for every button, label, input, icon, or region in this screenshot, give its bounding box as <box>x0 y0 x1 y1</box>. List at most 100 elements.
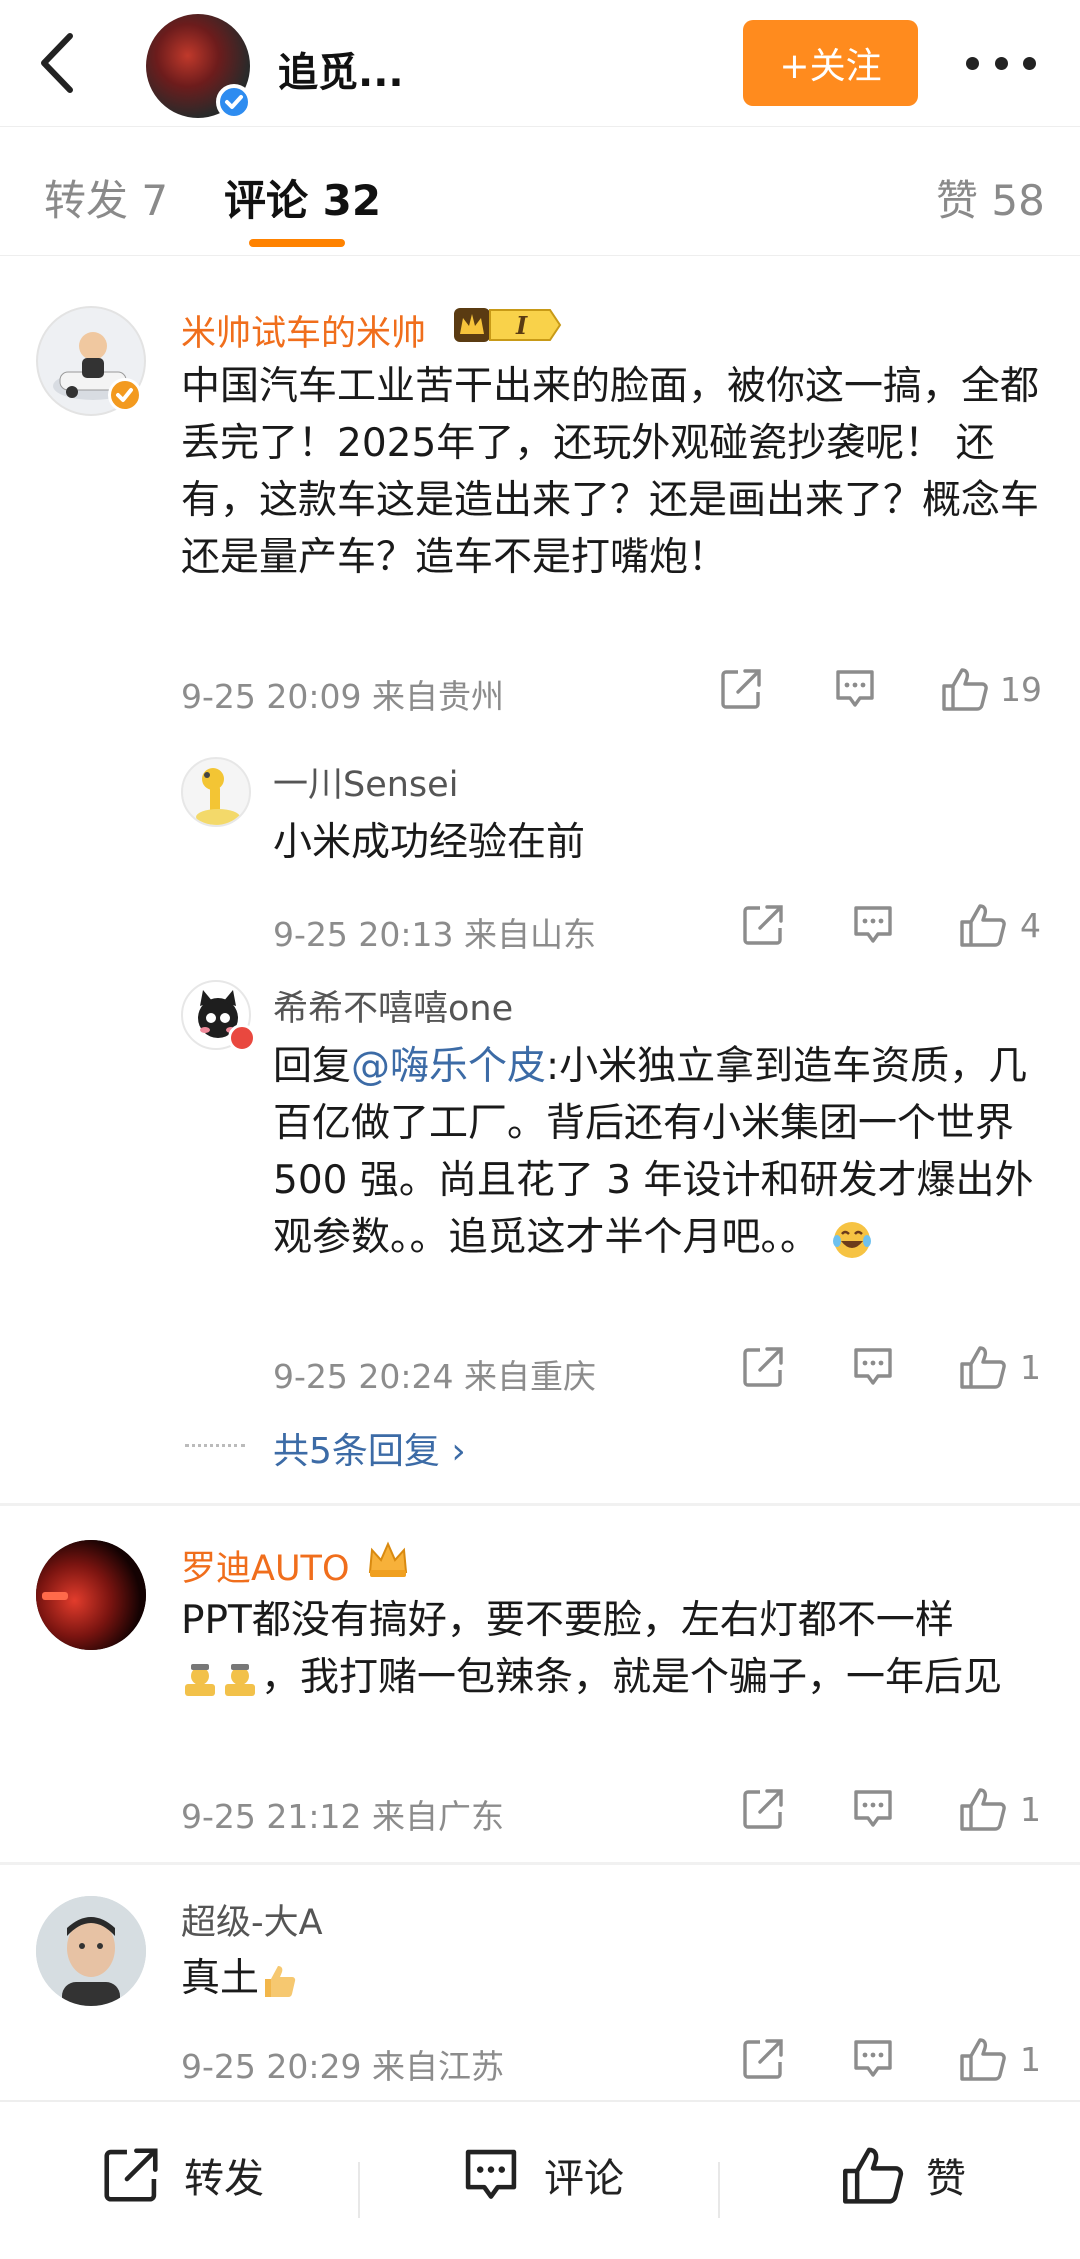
reply-button[interactable] <box>850 1786 896 1832</box>
chevron-left-icon <box>41 33 73 93</box>
reply-button[interactable] <box>850 902 896 948</box>
like-count: 1 <box>1020 1789 1041 1829</box>
like-button[interactable]: 1 <box>958 1344 1041 1390</box>
like-label: 赞 <box>926 2156 966 2202</box>
reply-prefix: 回复 <box>273 1044 352 1089</box>
reply-actions: 4 <box>0 902 1080 952</box>
share-icon <box>104 2148 158 2202</box>
thumbs-up-icon <box>942 668 988 711</box>
active-tab-indicator <box>249 239 345 247</box>
avatar[interactable] <box>36 1540 146 1650</box>
mention-link[interactable]: @嗨乐个皮 <box>351 1044 546 1089</box>
dotted-connector <box>185 1444 245 1447</box>
like-button[interactable]: 1 <box>958 2036 1041 2082</box>
verified-badge-icon <box>216 84 252 120</box>
share-button[interactable] <box>740 2036 786 2082</box>
like-post-button[interactable]: 赞 <box>840 2144 966 2206</box>
like-button[interactable]: 1 <box>958 1786 1041 1832</box>
share-button[interactable] <box>718 666 764 712</box>
like-count: 19 <box>1000 669 1042 709</box>
bottom-action-bar: 转发 评论 赞 <box>0 2100 1080 2259</box>
bar-separator <box>358 2162 360 2218</box>
tab-likes[interactable]: 赞 58 <box>936 167 1045 228</box>
comment-text: 真土 <box>181 1950 1041 2007</box>
comment-divider <box>0 1503 1080 1506</box>
tab-repost[interactable]: 转发 7 <box>44 167 168 228</box>
repost-label: 转发 <box>184 2156 264 2202</box>
comment-icon <box>836 670 874 707</box>
comment-username[interactable]: 米帅试车的米帅 <box>181 305 426 356</box>
thumbs-up-icon <box>960 1346 1006 1389</box>
reply-button[interactable] <box>832 666 878 712</box>
like-count: 4 <box>1020 905 1041 945</box>
member-badge-icon <box>228 1024 256 1052</box>
more-dots-icon <box>966 56 979 70</box>
comment-icon <box>465 2149 517 2199</box>
share-button[interactable] <box>740 902 786 948</box>
account-avatar[interactable] <box>146 14 252 120</box>
share-icon <box>743 1789 783 1829</box>
bar-separator <box>718 2162 720 2218</box>
reply-button[interactable] <box>850 1344 896 1390</box>
reply-username[interactable]: 希希不嘻嘻one <box>273 980 513 1031</box>
view-more-replies-link[interactable]: 共5条回复 › <box>273 1422 466 1474</box>
tab-bar: 转发 7 评论 32 赞 58 <box>0 126 1080 256</box>
thumbs-up-icon <box>960 2038 1006 2081</box>
user-avatar-image <box>196 768 240 825</box>
comment-text-part: PPT都没有搞好，要不要脸，左右灯都不一样 <box>181 1598 954 1643</box>
comment-text-part: 真土 <box>181 1956 260 2001</box>
comment-actions: 1 <box>0 1786 1080 1836</box>
crown-badge-icon <box>368 1541 408 1577</box>
like-button[interactable]: 4 <box>958 902 1041 948</box>
repost-button[interactable]: 转发 <box>98 2144 264 2206</box>
comment-actions: 19 <box>0 666 1080 716</box>
laugh-cry-emoji-icon <box>833 1221 872 1258</box>
member-level-badge: I <box>452 302 562 348</box>
comment-text-part: ，我打赌一包辣条，就是个骗子，一年后见 <box>261 1655 1003 1700</box>
thumbs-up-icon <box>843 2147 904 2204</box>
user-avatar-image <box>36 1896 146 2006</box>
share-icon <box>743 2039 783 2079</box>
more-options-button[interactable] <box>966 40 1036 86</box>
back-button[interactable] <box>36 30 86 96</box>
reply-actions: 1 <box>0 1344 1080 1394</box>
comment-icon <box>854 906 892 943</box>
thumbs-up-emoji-icon <box>265 1965 296 1997</box>
emoji-icon <box>185 1663 255 1696</box>
avatar[interactable] <box>36 1896 146 2006</box>
like-button[interactable]: 19 <box>940 666 1042 712</box>
user-avatar-image <box>36 1540 146 1650</box>
header-bar: 追觅... +关注 <box>0 0 1080 126</box>
comment-text: PPT都没有搞好，要不要脸，左右灯都不一样 ，我打赌一包辣条，就是个骗子，一年后… <box>181 1592 1041 1706</box>
comment-icon <box>854 1348 892 1385</box>
thumbs-up-icon <box>960 1788 1006 1831</box>
thumbs-up-icon <box>960 904 1006 947</box>
comment-button[interactable]: 评论 <box>458 2144 624 2206</box>
verified-badge-icon <box>108 378 142 412</box>
share-icon <box>743 905 783 945</box>
comment-text: 中国汽车工业苦干出来的脸面，被你这一搞，全都丢完了！2025年了，还玩外观碰瓷抄… <box>181 364 1040 580</box>
reply-button[interactable] <box>850 2036 896 2082</box>
comment-icon <box>854 1790 892 1827</box>
share-button[interactable] <box>740 1786 786 1832</box>
account-name[interactable]: 追觅... <box>278 40 404 98</box>
share-icon <box>743 1347 783 1387</box>
comment-icon <box>854 2040 892 2077</box>
avatar[interactable] <box>181 757 251 827</box>
tab-comments[interactable]: 评论 32 <box>224 167 381 228</box>
share-button[interactable] <box>740 1344 786 1390</box>
reply-text: 小米成功经验在前 <box>273 820 586 865</box>
like-count: 1 <box>1020 2039 1041 2079</box>
reply-username[interactable]: 一川Sensei <box>273 756 458 807</box>
comment-username[interactable]: 超级-大A <box>181 1894 323 1945</box>
comment-actions: 1 <box>0 2036 1080 2086</box>
comment-username[interactable]: 罗迪AUTO <box>181 1540 350 1591</box>
comment-label: 评论 <box>544 2156 624 2202</box>
follow-button[interactable]: +关注 <box>743 20 918 106</box>
reply-text: 回复@嗨乐个皮:小米独立拿到造车资质，几百亿做了工厂。背后还有小米集团一个世界 … <box>273 1038 1063 1266</box>
like-count: 1 <box>1020 1347 1041 1387</box>
comment-divider <box>0 1862 1080 1865</box>
share-icon <box>721 669 761 709</box>
crown-icon: I <box>454 308 562 342</box>
svg-text:I: I <box>515 311 528 340</box>
